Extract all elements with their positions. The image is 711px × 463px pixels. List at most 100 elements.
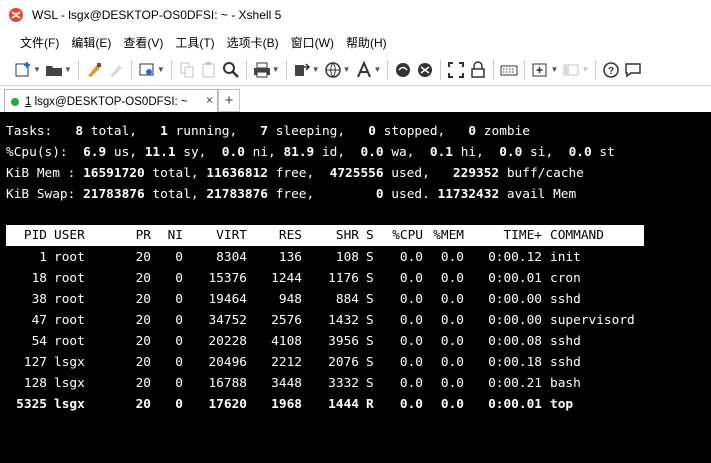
- mem-cell: 0.0: [440, 271, 464, 286]
- fullscreen-icon: [448, 61, 465, 78]
- mem-cell: 0.0: [440, 376, 464, 391]
- res-cell: 136: [278, 250, 302, 265]
- lock-button[interactable]: [469, 59, 487, 81]
- layout-button[interactable]: ▼: [562, 59, 589, 81]
- open-button[interactable]: ▼: [45, 59, 72, 81]
- shr-cell: 1432: [328, 313, 359, 328]
- xshell-button[interactable]: [416, 59, 434, 81]
- mem-cell: 0.0: [440, 397, 464, 412]
- pid-cell: 128: [23, 376, 47, 391]
- help-button[interactable]: ?: [602, 59, 620, 81]
- state-cell: R: [366, 397, 374, 412]
- pid-cell: 5325: [16, 397, 47, 412]
- chat-button[interactable]: [624, 59, 642, 81]
- tasks-line: Tasks: 8 total, 1 running, 7 sleeping, 0…: [6, 124, 531, 139]
- lock-icon: [471, 60, 486, 78]
- cpu-cell: 0.0: [399, 250, 423, 265]
- tab-number: 1: [25, 95, 32, 108]
- font-button[interactable]: ▼: [355, 59, 381, 81]
- reconnect-button[interactable]: [85, 59, 103, 81]
- toolbar-separator: [387, 59, 389, 80]
- command-cell: bash: [550, 376, 581, 391]
- properties-button[interactable]: ▼: [138, 59, 165, 81]
- keyboard-icon: [500, 65, 518, 75]
- col-time: TIME+: [503, 228, 542, 243]
- menu-file[interactable]: 文件(F): [14, 34, 65, 51]
- col-cpu: %CPU: [392, 228, 423, 243]
- pr-cell: 20: [135, 355, 151, 370]
- menu-edit[interactable]: 编辑(E): [65, 34, 117, 51]
- disconnect-button[interactable]: [107, 59, 125, 81]
- cpu-line: %Cpu(s): 6.9 us, 11.1 sy, 0.0 ni, 81.9 i…: [6, 145, 615, 160]
- session-tab[interactable]: 1 lsgx@DESKTOP-OS0DFSI: ~ ×: [4, 89, 218, 113]
- user-cell: root: [54, 313, 85, 328]
- toolbar-separator: [77, 59, 79, 80]
- state-cell: S: [366, 376, 374, 391]
- paste-icon: [202, 61, 215, 77]
- menu-tabs[interactable]: 选项卡(B): [221, 34, 285, 51]
- keyboard-button[interactable]: [500, 59, 518, 81]
- user-cell: root: [54, 334, 85, 349]
- virt-cell: 34752: [208, 313, 247, 328]
- command-cell: sshd: [550, 355, 581, 370]
- mem-line: KiB Mem : 16591720 total, 11636812 free,…: [6, 166, 584, 181]
- toolbar-separator: [285, 59, 287, 80]
- copy-button[interactable]: [178, 59, 196, 81]
- paste-button[interactable]: [200, 59, 218, 81]
- command-cell: sshd: [550, 334, 581, 349]
- terminal[interactable]: Tasks: 8 total, 1 running, 7 sleeping, 0…: [0, 112, 711, 463]
- menu-window[interactable]: 窗口(W): [285, 34, 340, 51]
- print-button[interactable]: ▼: [253, 59, 280, 81]
- transfer-button[interactable]: ▼: [293, 59, 320, 81]
- ni-cell: 0: [175, 376, 183, 391]
- menu-help[interactable]: 帮助(H): [340, 34, 393, 51]
- pr-cell: 20: [135, 250, 151, 265]
- state-cell: S: [366, 355, 374, 370]
- xshell-logo-icon: [9, 8, 23, 22]
- xftp-button[interactable]: [394, 59, 412, 81]
- globe-button[interactable]: ▼: [324, 59, 351, 81]
- transfer-icon: [294, 62, 310, 76]
- col-ni: NI: [167, 228, 183, 243]
- state-cell: S: [366, 334, 374, 349]
- col-pid: PID: [23, 228, 47, 243]
- new-tab-button[interactable]: +: [218, 89, 240, 112]
- xftp-icon: [396, 62, 411, 77]
- cpu-cell: 0.0: [399, 355, 423, 370]
- copy-icon: [180, 62, 194, 77]
- command-cell: sshd: [550, 292, 581, 307]
- window-title: WSL - lsgx@DESKTOP-OS0DFSI: ~ - Xshell 5: [32, 8, 282, 22]
- user-cell: root: [54, 271, 85, 286]
- menu-view[interactable]: 查看(V): [117, 34, 169, 51]
- res-cell: 3448: [271, 376, 302, 391]
- time-cell: 0:00.21: [488, 376, 542, 391]
- shr-cell: 3332: [328, 376, 359, 391]
- shr-cell: 2076: [328, 355, 359, 370]
- mem-cell: 0.0: [440, 313, 464, 328]
- tab-label: 1 lsgx@DESKTOP-OS0DFSI: ~: [25, 96, 188, 108]
- ni-cell: 0: [175, 355, 183, 370]
- shr-cell: 3956: [328, 334, 359, 349]
- print-icon: [253, 62, 270, 77]
- virt-cell: 8304: [216, 250, 247, 265]
- toolbar-separator: [440, 59, 442, 80]
- menu-tools[interactable]: 工具(T): [169, 34, 220, 51]
- col-shr: SHR: [335, 228, 359, 243]
- shr-cell: 884: [335, 292, 359, 307]
- toolbar: ▼ ▼ ▼ ▼ ▼ ▼ ▼ ▼ ▼ ?: [0, 54, 711, 86]
- fullscreen-button[interactable]: [447, 59, 465, 81]
- ni-cell: 0: [175, 271, 183, 286]
- col-s: S: [366, 228, 374, 243]
- cpu-cell: 0.0: [399, 313, 423, 328]
- time-cell: 0:00.18: [488, 355, 542, 370]
- new-session-button[interactable]: ▼: [14, 59, 41, 81]
- add-tab-toolbar-button[interactable]: ▼: [531, 59, 558, 81]
- find-button[interactable]: [222, 59, 240, 81]
- tab-close-icon[interactable]: ×: [206, 93, 213, 107]
- command-cell: init: [550, 250, 581, 265]
- pid-cell: 127: [23, 355, 47, 370]
- new-session-icon: [15, 61, 30, 76]
- chat-icon: [625, 62, 642, 77]
- pid-cell: 54: [31, 334, 47, 349]
- toolbar-separator: [493, 59, 495, 80]
